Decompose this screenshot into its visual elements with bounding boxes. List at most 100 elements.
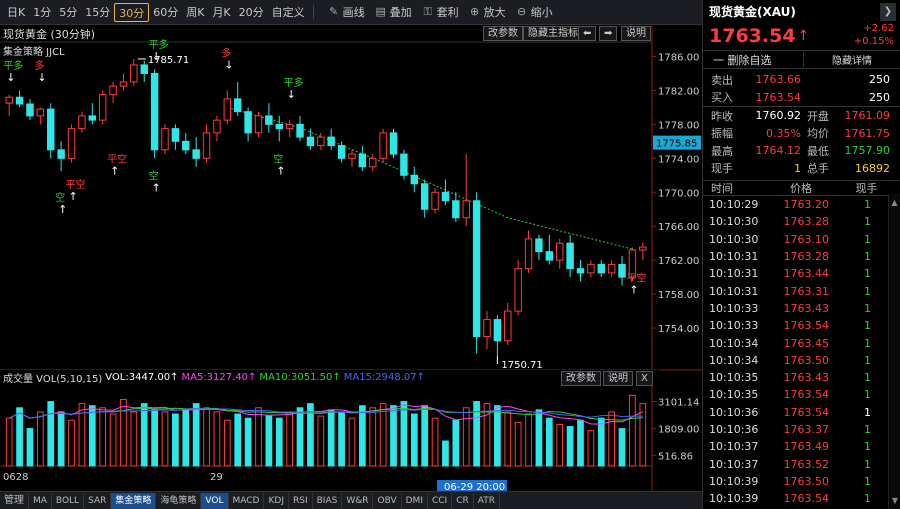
indicator-tab[interactable]: CCI [428, 492, 453, 509]
candle [15, 96, 24, 105]
chart-area[interactable]: 现货黄金 (30分钟) 改参数 隐藏主指标 ⬅ ➡ 说明 集金策略 JJCL 1786.… [0, 25, 702, 491]
overlay-button[interactable]: ▤ 叠加 [375, 4, 411, 20]
period-tab[interactable]: 20分 [235, 3, 268, 22]
tick-time: 10:10:34 [709, 336, 759, 350]
hide-details-button[interactable]: 隐藏详情 [803, 52, 900, 67]
period-tab[interactable]: 自定义 [268, 3, 309, 22]
candle [566, 242, 574, 270]
tick-qty: 1 [864, 319, 871, 333]
change-percent: +0.15% [853, 36, 894, 47]
indicator-tab[interactable]: 海龟策略 [156, 492, 202, 509]
zoom-out-button[interactable]: ⊖ 缩小 [516, 4, 553, 20]
tick-time: 10:10:30 [709, 215, 759, 229]
period-tab[interactable]: 5分 [55, 3, 81, 22]
volume-header-button[interactable]: 改参数 [561, 371, 601, 386]
tick-price: 1763.50 [783, 474, 830, 488]
indicator-tab[interactable]: MACD [229, 492, 265, 509]
candle [545, 251, 554, 261]
y-tick-label: 1770.00 [658, 188, 699, 199]
arrow-down-icon: ↓ [224, 58, 233, 71]
tool-label: 缩小 [530, 6, 553, 19]
quote-actions: 一 删除自选 隐藏详情 [703, 50, 900, 69]
candle [504, 310, 512, 342]
period-tab[interactable]: 日K [3, 3, 29, 22]
stat-row: 最高 1764.12 最低 1757.90 [703, 142, 900, 160]
period-tab[interactable]: 1分 [29, 3, 55, 22]
indicator-tab[interactable]: 集金策略 [111, 492, 157, 509]
ticks-list[interactable]: 10:10:29 1763.20 1 10:10:30 1763.28 1 10:10:30… [703, 196, 900, 507]
stat-label: 最高 [711, 144, 733, 158]
volume-header-button[interactable]: X [636, 371, 653, 386]
indicator-tab[interactable]: KDJ [264, 492, 289, 509]
candle [57, 149, 65, 159]
tick-time: 10:10:30 [709, 232, 759, 246]
candle [161, 128, 169, 151]
candle [639, 246, 647, 251]
remove-watchlist-button[interactable]: 一 删除自选 [703, 52, 803, 68]
candle [607, 263, 616, 274]
volume-bar [296, 407, 304, 467]
volume-bar [223, 419, 231, 467]
scroll-up-icon[interactable]: ▲ [889, 198, 900, 207]
indicator-tab[interactable]: BIAS [313, 492, 343, 509]
period-tab[interactable]: 周K [182, 3, 208, 22]
indicator-tab[interactable]: BOLL [52, 492, 85, 509]
indicator-tab[interactable]: CR [452, 492, 474, 509]
zoom-in-button[interactable]: ⊕ 放大 [469, 4, 506, 20]
indicator-tab[interactable]: RSI [289, 492, 313, 509]
volume-bar [286, 411, 294, 467]
tick-row: 10:10:35 1763.43 1 [703, 369, 900, 386]
y-tick-label: 1754.00 [658, 324, 699, 335]
tick-row: 10:10:37 1763.49 1 [703, 438, 900, 455]
volume-bar [338, 411, 345, 467]
volume-bar [36, 411, 44, 467]
stat-label: 振幅 [711, 127, 733, 141]
candle [202, 132, 211, 159]
volume-bar [525, 413, 532, 467]
indicator-tab[interactable]: VOL [201, 492, 229, 509]
ticks-header: 时间 价格 现手 [703, 180, 900, 196]
tick-qty: 1 [864, 457, 871, 471]
volume-bar [618, 428, 626, 467]
volume-bar [255, 407, 262, 467]
arrow-down-icon: ↓ [37, 71, 46, 84]
stat-row: 现手 1 总手 16892 [703, 160, 900, 178]
indicator-tab[interactable]: DMI [402, 492, 428, 509]
y-tick-label: 1762.00 [658, 256, 699, 267]
indicator-tab[interactable]: W&R [342, 492, 374, 509]
candle [535, 238, 543, 253]
period-tab[interactable]: 月K [208, 3, 234, 22]
volume-bar [275, 417, 283, 467]
candlestick-chart[interactable]: 1786.00 1782.00 1778.00 1774.00 1770.00 1766.… [0, 25, 702, 491]
volume-bar [327, 409, 335, 467]
period-tab[interactable]: 30分 [114, 2, 150, 22]
volume-bar [452, 419, 460, 467]
draw-line-button[interactable]: ✎ 画线 [328, 4, 365, 20]
indicator-tab[interactable]: OBV [373, 492, 402, 509]
indicator-tab[interactable]: ATR [474, 492, 500, 509]
indicator-tab[interactable]: 管理 [0, 492, 29, 509]
collapse-arrow-icon[interactable]: ❯ [880, 3, 896, 21]
candle [597, 263, 605, 274]
bid-qty: 250 [869, 90, 890, 104]
candle [140, 64, 148, 74]
candle [410, 174, 419, 185]
ticks-scrollbar[interactable]: ▲ ▼ [888, 194, 900, 509]
volume-bar [57, 411, 65, 467]
period-tab[interactable]: 15分 [81, 3, 114, 22]
candle [192, 149, 200, 159]
volume-bar [597, 417, 605, 467]
period-tab[interactable]: 60分 [149, 3, 182, 22]
zoom-in-icon: ⊕ [470, 5, 480, 18]
tick-qty: 1 [864, 267, 871, 281]
indicator-tab[interactable]: MA [29, 492, 52, 509]
lock-profit-button[interactable]: ⚿ 套利 [422, 4, 458, 20]
volume-header-button[interactable]: 说明 [603, 371, 633, 386]
volume-bar [5, 417, 13, 467]
tick-price: 1763.50 [783, 353, 830, 367]
candle [576, 268, 585, 274]
volume-ma10: MA10:3051.50↑ [259, 372, 341, 383]
volume-bar [203, 407, 210, 467]
scroll-down-icon[interactable]: ▼ [889, 496, 900, 505]
indicator-tab[interactable]: SAR [84, 492, 112, 509]
